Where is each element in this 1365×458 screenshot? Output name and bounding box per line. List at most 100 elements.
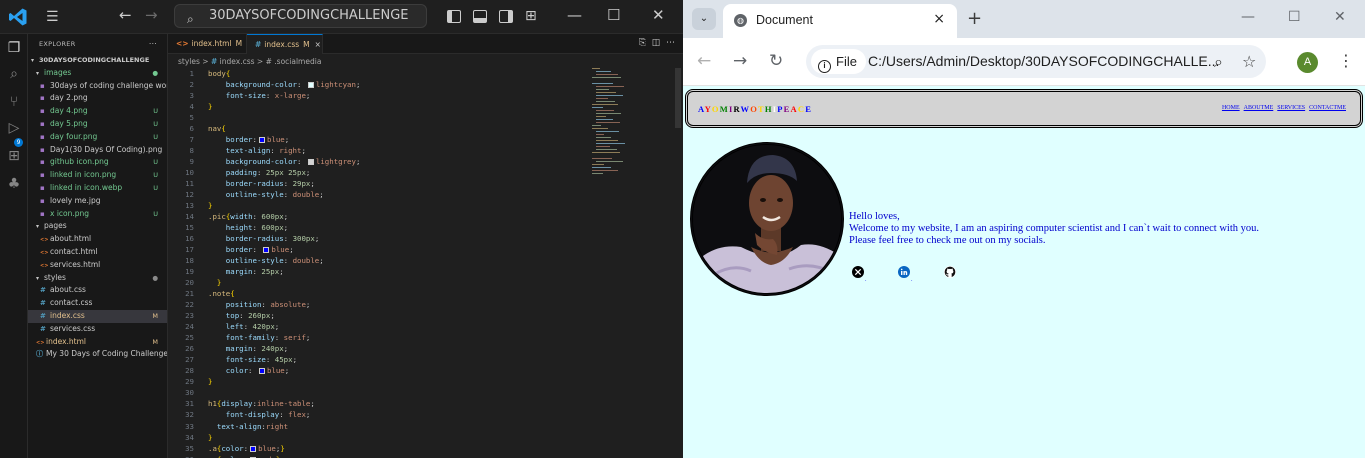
code-line[interactable]: 22 position: absolute; [168, 299, 588, 310]
breadcrumb-file[interactable]: index.css [220, 57, 255, 66]
file-item[interactable]: <> about.html [28, 233, 167, 246]
file-item[interactable]: ▪ linked in icon.png U [28, 169, 167, 182]
code-line[interactable]: 27 font-size: 45px; [168, 354, 588, 365]
linkedin-icon[interactable] [898, 266, 910, 278]
code-line[interactable]: 25 font-family: serif; [168, 332, 588, 343]
color-swatch[interactable] [263, 247, 270, 254]
color-swatch[interactable] [307, 82, 314, 89]
color-swatch[interactable] [250, 445, 257, 452]
code-line[interactable]: 1 body{ [168, 68, 588, 79]
code-line[interactable]: 14 .pic{width: 600px; [168, 211, 588, 222]
x-link-underline[interactable]: . [865, 277, 867, 283]
maximize-icon[interactable]: ☐ [607, 6, 620, 24]
split-editor-icon[interactable]: ◫ [652, 38, 661, 48]
file-item[interactable]: # index.css M [28, 309, 167, 323]
customize-layout-icon[interactable]: ⊞ [525, 8, 537, 24]
code-line[interactable]: 28 color: blue; [168, 365, 588, 376]
code-line[interactable]: 9 background-color: lightgrey; [168, 156, 588, 167]
linkedin-link-underline[interactable]: . [911, 277, 913, 283]
extensions-icon[interactable]: ⊞ [5, 148, 23, 166]
profile-avatar[interactable]: A [1297, 52, 1318, 73]
code-line[interactable]: 15 height: 600px; [168, 222, 588, 233]
code-line[interactable]: 8 text-align: right; [168, 145, 588, 156]
back-arrow-icon[interactable]: ← [119, 7, 132, 23]
color-swatch[interactable] [307, 159, 314, 166]
code-line[interactable]: 34} [168, 432, 588, 443]
code-line[interactable]: 33 text-align:right [168, 421, 588, 432]
code-line[interactable]: 19 margin: 25px; [168, 266, 588, 277]
source-control-icon[interactable]: ⑂ [5, 94, 23, 112]
site-info-chip[interactable]: i File [811, 49, 866, 74]
minimap[interactable] [592, 68, 652, 218]
minimize-icon[interactable]: — [567, 6, 582, 24]
file-item[interactable]: ▪ 30days of coding challenge work... [28, 80, 167, 93]
more-actions-icon[interactable]: ⋯ [149, 34, 157, 54]
file-item[interactable]: ▪ day 5.png U [28, 118, 167, 131]
file-item[interactable]: ▪ lovely me.jpg [28, 195, 167, 208]
tab-close-icon[interactable]: × [315, 40, 321, 49]
code-line[interactable]: 36.v{color:red;} [168, 454, 588, 458]
chrome-menu-icon[interactable]: ⋮ [1338, 51, 1354, 70]
file-item[interactable]: ▪ day four.png U [28, 131, 167, 144]
tab-index-css[interactable]: # index.css M × [247, 34, 323, 54]
code-line[interactable]: 13} [168, 200, 588, 211]
new-tab-button[interactable]: + [967, 8, 982, 29]
file-item[interactable]: <> index.html M [28, 336, 167, 349]
tab-close-icon[interactable]: × [933, 11, 945, 27]
file-item[interactable]: ▪ linked in icon.webp U [28, 182, 167, 195]
file-item[interactable]: # about.css [28, 284, 167, 297]
code-line[interactable]: 4} [168, 101, 588, 112]
toggle-secondary-sidebar-icon[interactable] [499, 10, 513, 23]
color-swatch[interactable] [258, 368, 265, 375]
address-bar[interactable]: i File C:/Users/Admin/Desktop/30DAYSOFCOD… [806, 45, 1266, 78]
reload-icon[interactable]: ↻ [769, 51, 783, 71]
code-line[interactable]: 24 left: 420px; [168, 321, 588, 332]
file-item[interactable]: <> contact.html [28, 246, 167, 259]
code-line[interactable]: 16 border-radius: 300px; [168, 233, 588, 244]
file-item[interactable]: ▪ day 2.png [28, 92, 167, 105]
toggle-panel-icon[interactable] [473, 10, 487, 23]
code-line[interactable]: 11 border-radius: 29px; [168, 178, 588, 189]
explorer-icon[interactable]: ❐ [5, 40, 23, 58]
nav-link-contactme[interactable]: CONTACTME [1309, 105, 1346, 111]
editor-scrollbar[interactable] [675, 68, 681, 128]
code-line[interactable]: 30 [168, 387, 588, 398]
code-line[interactable]: 7 border: blue; [168, 134, 588, 145]
code-line[interactable]: 21 .note{ [168, 288, 588, 299]
chrome-tab-document[interactable]: ◍ Document × [723, 4, 957, 38]
back-arrow-icon[interactable]: ← [697, 51, 711, 71]
bookmark-star-icon[interactable]: ☆ [1242, 52, 1256, 71]
file-item[interactable]: # services.css [28, 323, 167, 336]
code-line[interactable]: 6 nav{ [168, 123, 588, 134]
code-line[interactable]: 5 [168, 112, 588, 123]
code-line[interactable]: 29} [168, 376, 588, 387]
tab-index-html[interactable]: <> index.html M [168, 34, 247, 54]
code-line[interactable]: 23 top: 260px; [168, 310, 588, 321]
file-item[interactable]: ▪ x icon.png U [28, 208, 167, 221]
toggle-sidebar-icon[interactable] [447, 10, 461, 23]
code-line[interactable]: 10 padding: 25px 25px; [168, 167, 588, 178]
folder-item[interactable]: ▾ images ● [28, 67, 167, 80]
more-actions-icon[interactable]: ⋯ [666, 38, 675, 48]
color-swatch[interactable] [258, 137, 265, 144]
menu-icon[interactable]: ☰ [46, 9, 59, 25]
file-item[interactable]: ▪ Day1(30 Days Of Coding).png [28, 144, 167, 157]
nav-link-home[interactable]: HOME [1222, 105, 1240, 111]
x-icon[interactable] [852, 266, 864, 278]
nav-link-aboutme[interactable]: ABOUTME [1244, 105, 1274, 111]
file-item[interactable]: ▪ github icon.png U [28, 156, 167, 169]
code-line[interactable]: 18 outline-style: double; [168, 255, 588, 266]
code-line[interactable]: 2 background-color: lightcyan; [168, 79, 588, 90]
breadcrumb-folder[interactable]: styles [178, 57, 200, 66]
python-icon[interactable]: ♣ [5, 176, 23, 194]
code-line[interactable]: 17 border: blue; [168, 244, 588, 255]
close-icon[interactable]: ✕ [1334, 9, 1346, 25]
run-debug-icon[interactable]: ▷ [5, 120, 23, 138]
minimize-icon[interactable]: — [1241, 9, 1255, 25]
code-line[interactable]: 20 } [168, 277, 588, 288]
workspace-root[interactable]: ▾ 30DAYSOFCODINGCHALLENGE [28, 54, 167, 67]
close-icon[interactable]: ✕ [652, 6, 665, 24]
code-line[interactable]: 3 font-size: x-large; [168, 90, 588, 101]
nav-link-services[interactable]: SERVICES [1277, 105, 1305, 111]
maximize-icon[interactable]: ☐ [1288, 9, 1301, 25]
